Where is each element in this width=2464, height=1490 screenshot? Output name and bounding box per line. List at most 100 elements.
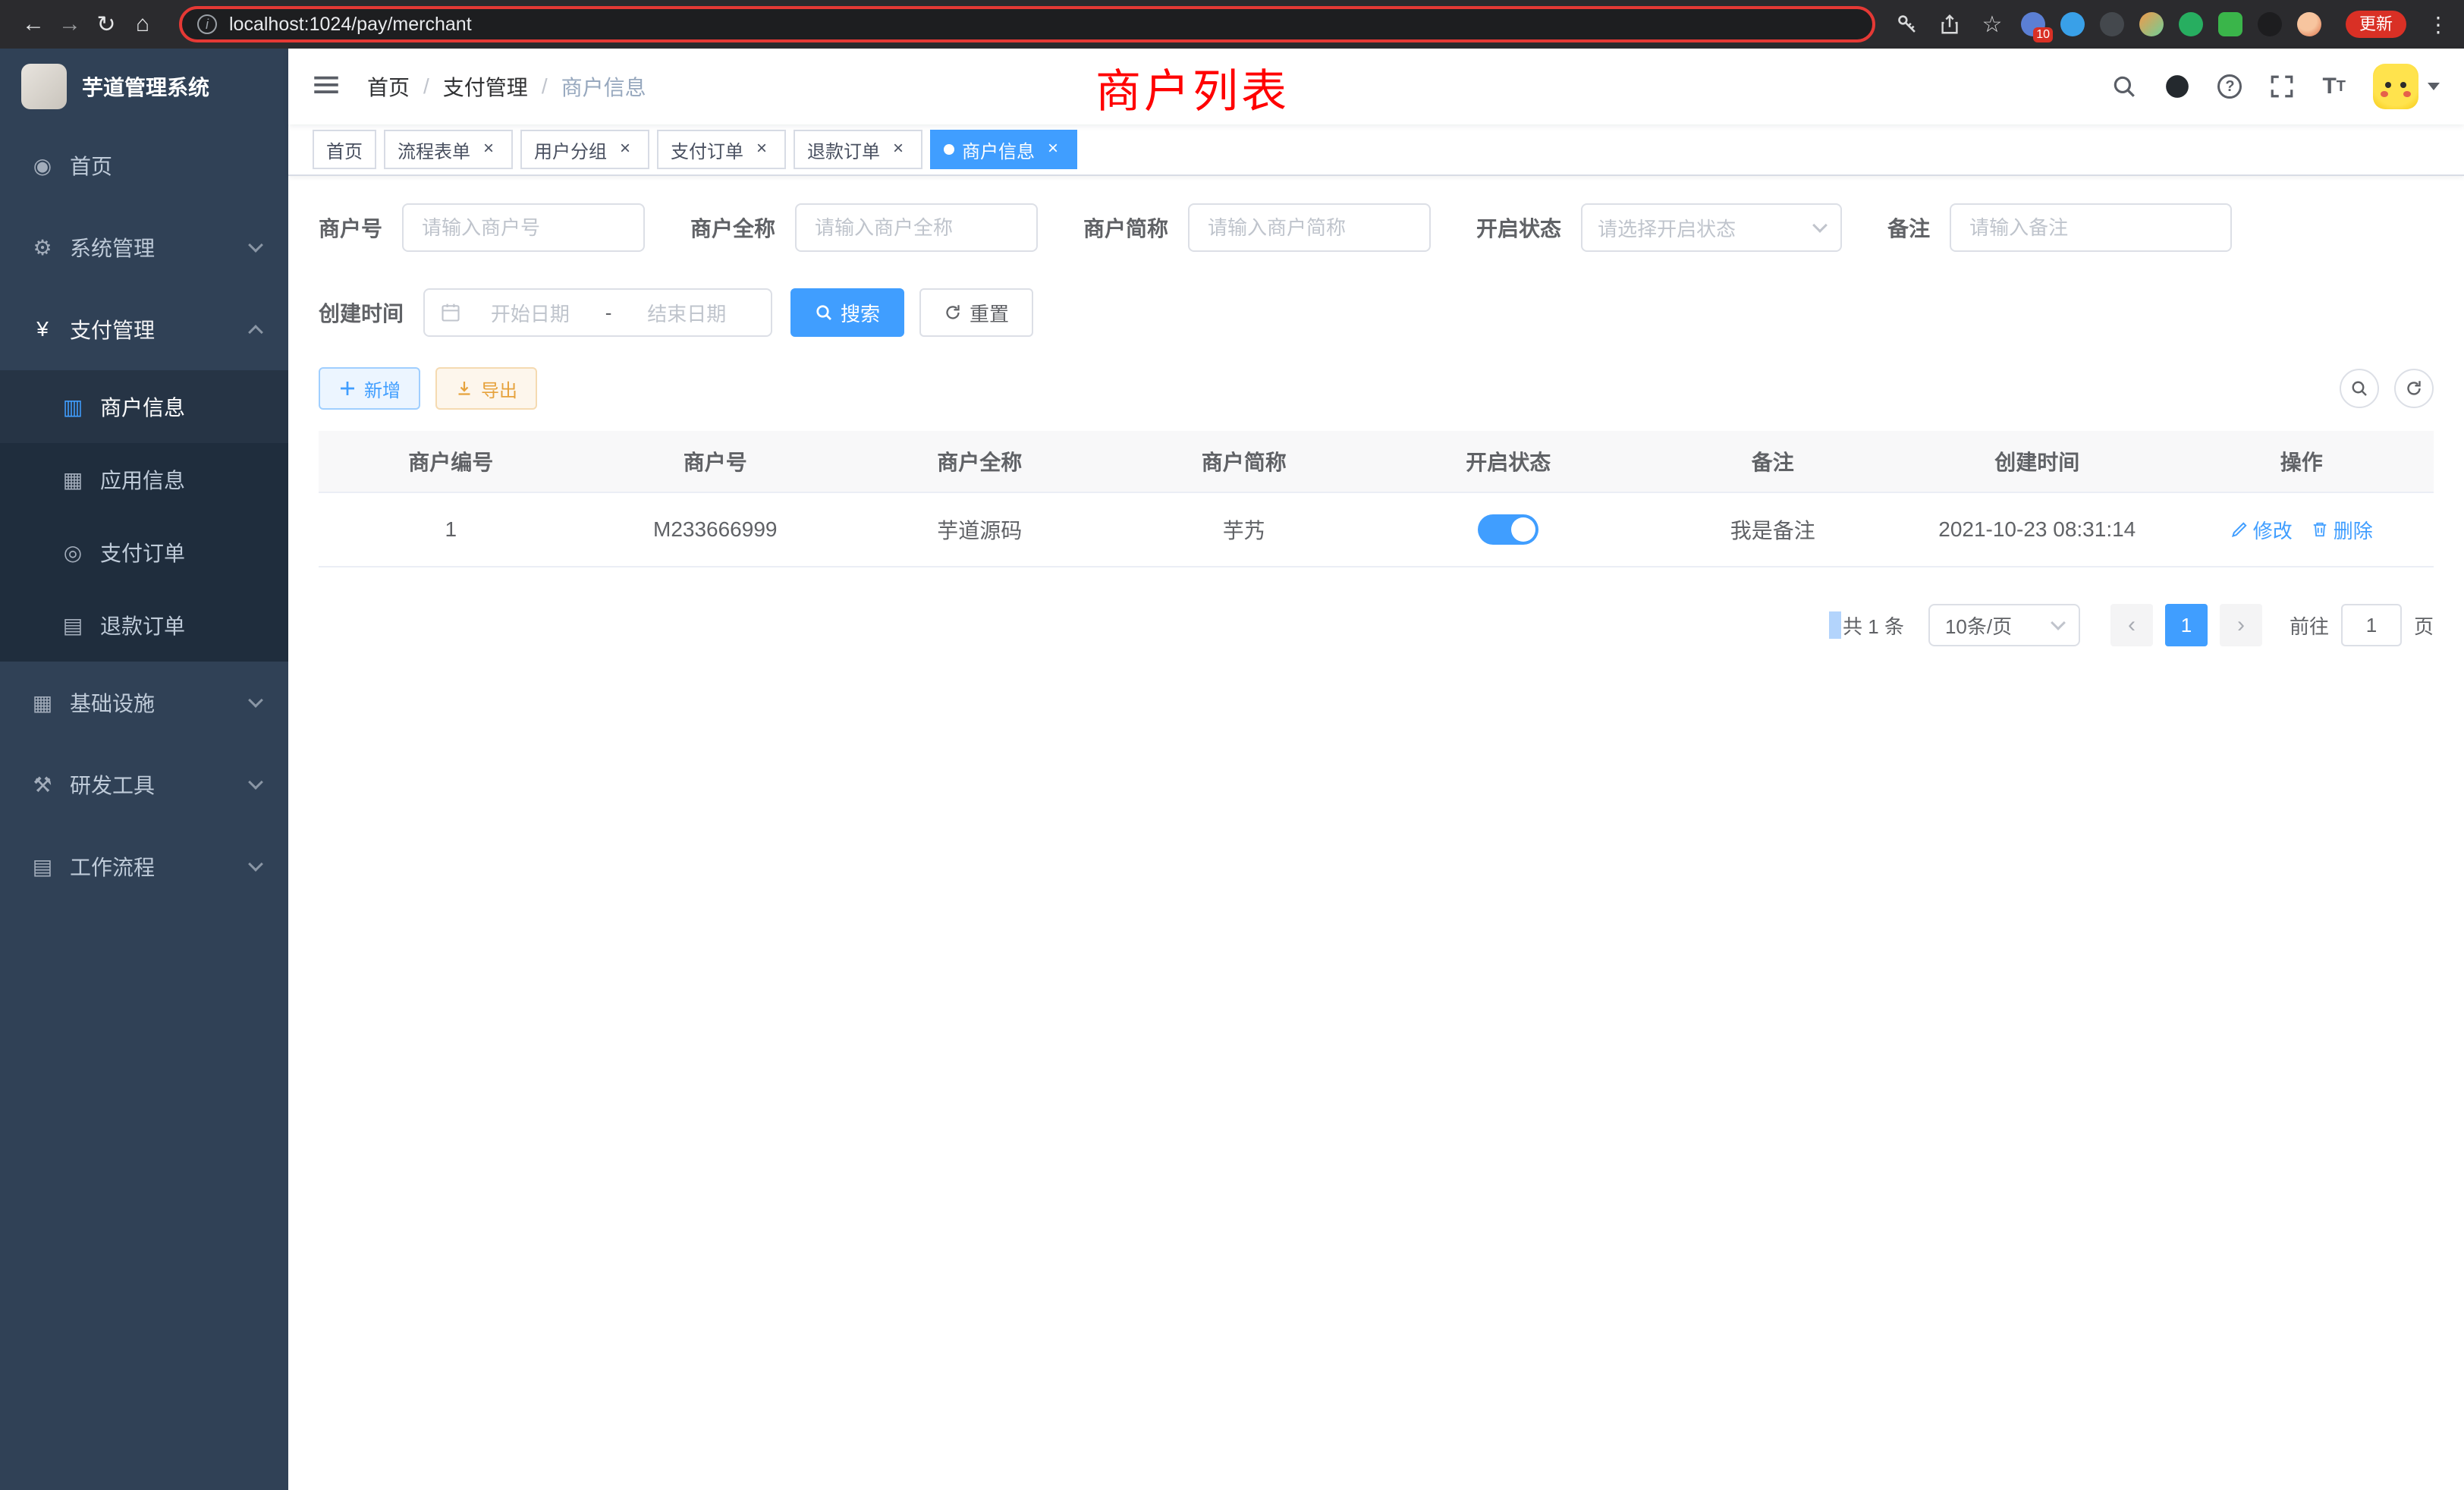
help-icon[interactable]: ? [2217, 74, 2242, 99]
sidebar-item-home[interactable]: ◉ 首页 [0, 124, 288, 206]
table-toolbar: 新增 导出 [319, 367, 2434, 410]
chevron-down-icon [1812, 218, 1828, 233]
trash-icon [2311, 520, 2329, 539]
extension-icon-1[interactable]: 10 [2021, 12, 2045, 36]
sidebar-item-pay-order[interactable]: ◎ 支付订单 [0, 516, 288, 589]
toggle-search-button[interactable] [2340, 369, 2379, 408]
create-time-range-picker[interactable]: 开始日期 - 结束日期 [423, 288, 772, 337]
chrome-update-button[interactable]: 更新 [2346, 11, 2406, 38]
next-page-button[interactable]: › [2220, 604, 2262, 646]
goto-page-input[interactable] [2341, 604, 2402, 646]
extension-icon-5[interactable] [2179, 12, 2203, 36]
export-button[interactable]: 导出 [435, 367, 537, 410]
font-size-icon[interactable]: TT [2322, 74, 2346, 99]
github-icon[interactable] [2164, 74, 2190, 99]
browser-toolbar-right: ☆ 10 更新 ⋮ [1894, 11, 2449, 38]
reset-button[interactable]: 重置 [919, 288, 1033, 337]
chevron-down-icon [248, 693, 263, 708]
chrome-menu-icon[interactable]: ⋮ [2428, 12, 2449, 37]
extension-badge: 10 [2033, 27, 2053, 42]
merchant-name-label: 商户全称 [690, 212, 775, 243]
tag-pay-order[interactable]: 支付订单× [657, 130, 786, 169]
browser-forward-button[interactable]: → [52, 11, 88, 37]
pager: ‹ 1 › [2104, 604, 2268, 646]
status-select[interactable]: 请选择开启状态 [1581, 203, 1842, 252]
sidebar-item-infra[interactable]: ▦ 基础设施 [0, 662, 288, 743]
close-icon[interactable]: × [1042, 139, 1064, 160]
status-toggle[interactable] [1478, 514, 1538, 545]
sidebar-item-app-info[interactable]: ▦ 应用信息 [0, 443, 288, 516]
close-icon[interactable]: × [478, 139, 499, 160]
close-icon[interactable]: × [888, 139, 909, 160]
password-key-icon[interactable] [1894, 11, 1921, 38]
short-name-input[interactable] [1188, 203, 1431, 252]
sidebar-toggle-icon[interactable] [313, 71, 343, 102]
tag-refund-order[interactable]: 退款订单× [794, 130, 922, 169]
browser-home-button[interactable]: ⌂ [124, 11, 161, 37]
cell-remark: 我是备注 [1641, 493, 1906, 566]
cell-merchant-id: 1 [319, 493, 583, 566]
merchant-no-input[interactable] [402, 203, 645, 252]
site-info-icon[interactable]: i [197, 14, 217, 34]
page-1-button[interactable]: 1 [2165, 604, 2208, 646]
tags-view: 首页 流程表单× 用户分组× 支付订单× 退款订单× 商户信息× [288, 124, 2464, 176]
refund-doc-icon: ▤ [61, 613, 85, 638]
breadcrumb: 首页 / 支付管理 / 商户信息 [367, 71, 646, 102]
sidebar-logo[interactable]: 芋道管理系统 [0, 49, 288, 124]
annotation-title: 商户列表 [1095, 55, 1290, 121]
start-date-placeholder[interactable]: 开始日期 [461, 299, 599, 327]
close-icon[interactable]: × [751, 139, 772, 160]
sidebar-item-payment[interactable]: ¥ 支付管理 [0, 288, 288, 370]
merchant-name-input[interactable] [795, 203, 1038, 252]
sidebar-item-dev-tools[interactable]: ⚒ 研发工具 [0, 743, 288, 825]
address-bar[interactable]: i localhost:1024/pay/merchant [179, 6, 1875, 42]
extension-icon-4[interactable] [2139, 12, 2164, 36]
fullscreen-icon[interactable] [2269, 74, 2295, 99]
search-icon [815, 303, 833, 322]
prev-page-button[interactable]: ‹ [2110, 604, 2153, 646]
pagination: 共 1 条 10条/页 ‹ 1 › 前往 页 [319, 604, 2434, 646]
selection-artifact [1829, 611, 1841, 639]
sidebar-item-merchant-info[interactable]: ▥ 商户信息 [0, 370, 288, 443]
extension-icon-3[interactable] [2100, 12, 2124, 36]
breadcrumb-payment[interactable]: 支付管理 [443, 71, 528, 102]
sidebar-item-refund-order[interactable]: ▤ 退款订单 [0, 589, 288, 662]
page-size-select[interactable]: 10条/页 [1928, 604, 2080, 646]
delete-link[interactable]: 删除 [2311, 516, 2373, 544]
url-text[interactable]: localhost:1024/pay/merchant [229, 14, 472, 36]
sidebar-item-workflow[interactable]: ▤ 工作流程 [0, 825, 288, 907]
caret-down-icon [2428, 83, 2440, 90]
share-icon[interactable] [1936, 11, 1963, 38]
extension-icon-6[interactable] [2218, 12, 2242, 36]
refresh-table-button[interactable] [2394, 369, 2434, 408]
breadcrumb-home[interactable]: 首页 [367, 71, 410, 102]
tag-home[interactable]: 首页 [313, 130, 376, 169]
tag-process-form[interactable]: 流程表单× [384, 130, 513, 169]
end-date-placeholder[interactable]: 结束日期 [618, 299, 756, 327]
user-menu[interactable] [2373, 64, 2440, 109]
dashboard-icon: ◉ [30, 153, 55, 178]
payment-submenu: ▥ 商户信息 ▦ 应用信息 ◎ 支付订单 ▤ 退款订单 [0, 370, 288, 662]
app-grid-icon: ▦ [61, 467, 85, 492]
bookmark-star-icon[interactable]: ☆ [1978, 11, 2006, 38]
browser-reload-button[interactable]: ↻ [88, 11, 124, 38]
sidebar-item-system[interactable]: ⚙ 系统管理 [0, 206, 288, 288]
tag-user-group[interactable]: 用户分组× [520, 130, 649, 169]
edit-link[interactable]: 修改 [2230, 516, 2293, 544]
browser-back-button[interactable]: ← [15, 11, 52, 37]
search-button[interactable]: 搜索 [790, 288, 904, 337]
add-button[interactable]: 新增 [319, 367, 420, 410]
avatar[interactable] [2373, 64, 2418, 109]
close-icon[interactable]: × [614, 139, 636, 160]
plus-icon [338, 379, 357, 398]
extension-icon-2[interactable] [2060, 12, 2085, 36]
chevron-down-icon [248, 857, 263, 872]
extension-icon-7[interactable] [2258, 12, 2282, 36]
table-header-row: 商户编号 商户号 商户全称 商户简称 开启状态 备注 创建时间 操作 [319, 431, 2434, 493]
tag-merchant-info[interactable]: 商户信息× [930, 130, 1077, 169]
chevron-down-icon [248, 775, 263, 790]
remark-input[interactable] [1950, 203, 2232, 252]
search-icon[interactable] [2111, 74, 2137, 99]
extension-icon-8[interactable] [2297, 12, 2321, 36]
refresh-icon [2405, 379, 2423, 398]
